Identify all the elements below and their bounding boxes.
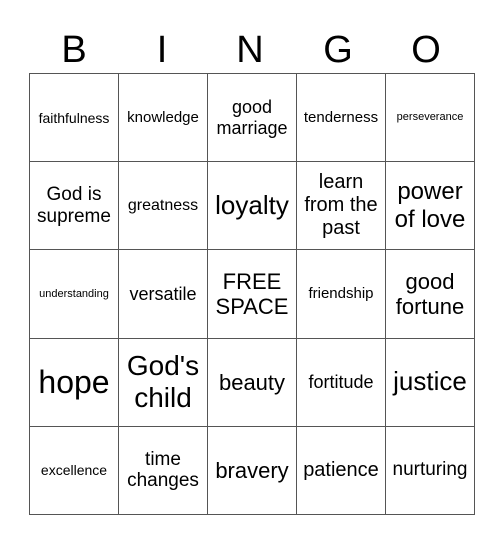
bingo-cell[interactable]: power of love [385,161,475,251]
bingo-cell[interactable]: nurturing [385,425,475,516]
header-letter-b: B [61,29,87,71]
bingo-cell[interactable]: understanding [29,249,119,339]
bingo-cell[interactable]: loyalty [207,161,297,251]
bingo-cell[interactable]: time changes [118,425,208,516]
bingo-cell[interactable]: bravery [207,425,297,516]
free-space-cell[interactable]: FREE SPACE [207,249,297,339]
bingo-cell[interactable]: patience [296,425,386,516]
header-letter-n: N [236,29,264,71]
header-letter-o: O [411,29,441,71]
bingo-cell[interactable]: faithfulness [29,72,119,163]
bingo-cell[interactable]: tenderness [296,72,386,163]
bingo-cell[interactable]: hope [29,337,119,427]
grid-row: excellence time changes bravery patience… [29,425,475,516]
bingo-cell[interactable]: learn from the past [296,161,386,251]
bingo-cell[interactable]: excellence [29,425,119,516]
bingo-cell[interactable]: perseverance [385,72,475,163]
bingo-cell[interactable]: greatness [118,161,208,251]
grid-row: God is supreme greatness loyalty learn f… [29,161,475,251]
bingo-cell[interactable]: friendship [296,249,386,339]
bingo-grid: faithfulness knowledge good marriage ten… [29,72,475,516]
grid-row: understanding versatile FREE SPACE frien… [29,249,475,339]
bingo-header: B I N G O [30,28,470,72]
header-letter-g: G [323,29,353,71]
bingo-cell[interactable]: good marriage [207,72,297,163]
bingo-cell[interactable]: fortitude [296,337,386,427]
bingo-cell[interactable]: good fortune [385,249,475,339]
grid-row: faithfulness knowledge good marriage ten… [29,72,475,163]
bingo-cell[interactable]: justice [385,337,475,427]
bingo-cell[interactable]: God's child [118,337,208,427]
bingo-cell[interactable]: beauty [207,337,297,427]
header-letter-i: I [156,29,168,71]
grid-row: hope God's child beauty fortitude justic… [29,337,475,427]
bingo-cell[interactable]: knowledge [118,72,208,163]
bingo-cell[interactable]: God is supreme [29,161,119,251]
bingo-cell[interactable]: versatile [118,249,208,339]
